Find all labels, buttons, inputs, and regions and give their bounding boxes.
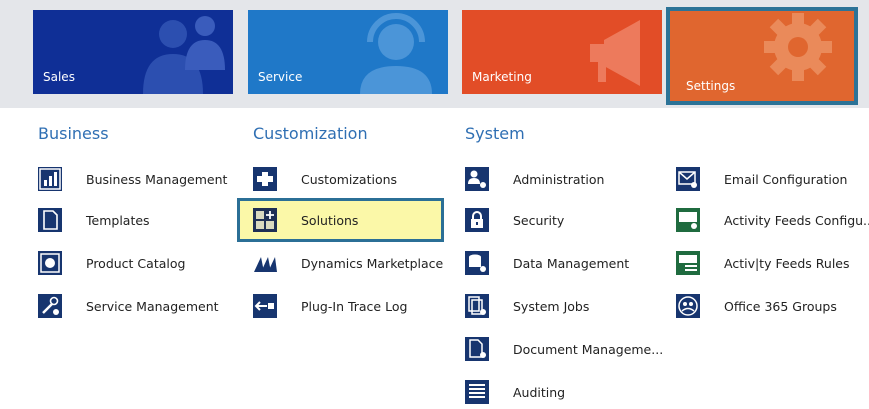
item-label: System Jobs [513, 298, 590, 314]
tile-label: Marketing [472, 70, 532, 84]
item-business-management[interactable]: Business Management [38, 164, 227, 194]
item-auditing[interactable]: Auditing [465, 377, 565, 407]
list-icon [465, 380, 489, 404]
item-product-catalog[interactable]: Product Catalog [38, 248, 185, 278]
item-label: Dynamics Marketplace [301, 255, 444, 271]
item-label: Plug-In Trace Log [301, 298, 408, 314]
tile-service[interactable]: Service [248, 10, 448, 94]
tile-label: Sales [43, 70, 75, 84]
tile-marketing[interactable]: Marketing [462, 10, 662, 94]
item-label: Product Catalog [86, 255, 186, 271]
heading-customization: Customization [253, 124, 368, 143]
document-gear-icon [465, 337, 489, 361]
item-security[interactable]: Security [465, 205, 564, 235]
heading-system: System [465, 124, 525, 143]
item-label: Auditing [513, 384, 566, 400]
item-label: Templates [86, 212, 150, 228]
heading-business: Business [38, 124, 109, 143]
item-label: Solutions [301, 212, 359, 228]
item-service-management[interactable]: Service Management [38, 291, 219, 321]
catalog-icon [38, 251, 62, 275]
groups-icon [676, 294, 700, 318]
item-label: Service Management [86, 298, 219, 314]
item-label: Administration [513, 171, 605, 187]
item-activity-feeds-rules[interactable]: Activ|ty Feeds Rules [676, 248, 850, 278]
item-label: Data Management [513, 255, 630, 271]
email-gear-icon [676, 167, 700, 191]
item-customizations[interactable]: Customizations [253, 164, 397, 194]
solutions-icon [253, 208, 277, 232]
document-icon [38, 208, 62, 232]
item-label: Activity Feeds Configu... [724, 212, 869, 228]
feed-rules-icon [676, 251, 700, 275]
item-office-365-groups[interactable]: Office 365 Groups [676, 291, 837, 321]
item-email-configuration[interactable]: Email Configuration [676, 164, 847, 194]
item-label: Business Management [86, 171, 228, 187]
item-label: Security [513, 212, 565, 228]
item-administration[interactable]: Administration [465, 164, 604, 194]
tile-sales[interactable]: Sales [33, 10, 233, 94]
marketplace-icon [253, 251, 277, 275]
item-solutions[interactable]: Solutions [253, 205, 358, 235]
tile-settings[interactable]: Settings [666, 7, 858, 105]
item-activity-feeds-configuration[interactable]: Activity Feeds Configu... [676, 205, 869, 235]
tile-label: Settings [686, 79, 736, 93]
tile-label: Service [258, 70, 303, 84]
item-label: Customizations [301, 171, 398, 187]
chart-icon [38, 167, 62, 191]
item-system-jobs[interactable]: System Jobs [465, 291, 589, 321]
item-label: Activ|ty Feeds Rules [724, 255, 850, 271]
plugin-trace-icon [253, 294, 277, 318]
item-label: Email Configuration [724, 171, 848, 187]
puzzle-icon [253, 167, 277, 191]
item-plugin-trace-log[interactable]: Plug-In Trace Log [253, 291, 407, 321]
users-gear-icon [465, 167, 489, 191]
feed-config-icon [676, 208, 700, 232]
wrench-gear-icon [38, 294, 62, 318]
jobs-gear-icon [465, 294, 489, 318]
item-document-management[interactable]: Document Manageme... [465, 334, 663, 364]
item-dynamics-marketplace[interactable]: Dynamics Marketplace [253, 248, 443, 278]
lock-icon [465, 208, 489, 232]
item-data-management[interactable]: Data Management [465, 248, 629, 278]
item-label: Office 365 Groups [724, 298, 837, 314]
item-templates[interactable]: Templates [38, 205, 150, 235]
database-gear-icon [465, 251, 489, 275]
item-label: Document Manageme... [513, 341, 664, 357]
